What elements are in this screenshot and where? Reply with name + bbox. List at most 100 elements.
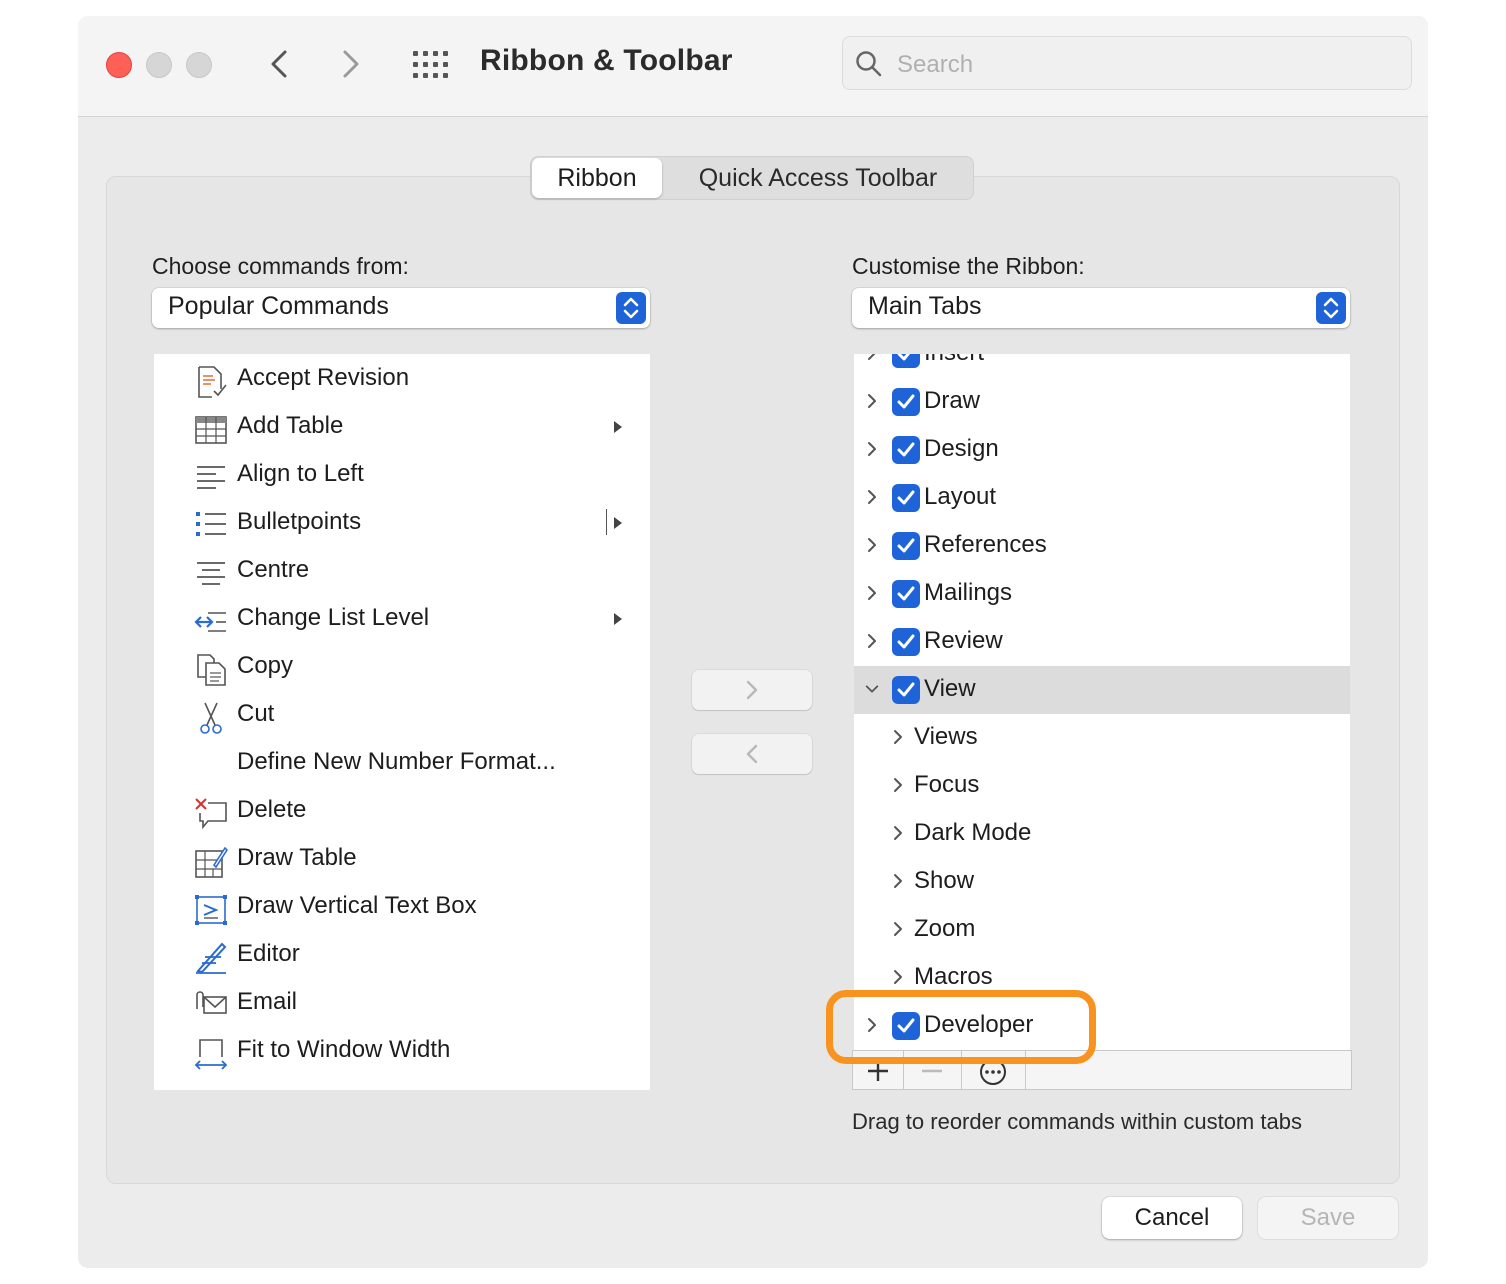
chevron-right-icon[interactable] (890, 968, 906, 986)
minimize-button[interactable] (146, 52, 172, 78)
table-icon (194, 413, 228, 447)
remove-command-button[interactable] (692, 734, 812, 774)
tab-checkbox[interactable] (892, 354, 920, 368)
list-item[interactable]: Delete (154, 787, 650, 835)
submenu-arrow-icon (614, 421, 622, 433)
tab-checkbox[interactable] (892, 484, 920, 512)
search-icon (856, 51, 882, 77)
segmented-control: Ribbon Quick Access Toolbar (530, 156, 974, 200)
chevron-right-icon[interactable] (864, 392, 880, 410)
command-label: Centre (237, 556, 310, 583)
list-item[interactable]: Draw Vertical Text Box (154, 883, 650, 931)
ribbon-tabs-tree[interactable]: Insert Draw Design Layout References Mai… (854, 354, 1350, 1050)
list-item[interactable]: Cut (154, 691, 650, 739)
tab-ribbon[interactable]: Ribbon (532, 158, 662, 198)
chevron-right-icon[interactable] (864, 632, 880, 650)
align-center-icon (194, 557, 228, 591)
command-label: Delete (237, 796, 307, 823)
list-item[interactable]: Change List Level (154, 595, 650, 643)
tree-row-view[interactable]: View (854, 666, 1350, 714)
back-icon[interactable] (260, 44, 300, 84)
list-item[interactable]: Editor (154, 931, 650, 979)
list-item[interactable]: Define New Number Format... (154, 739, 650, 787)
command-label: Add Table (237, 412, 344, 439)
chevron-right-icon[interactable] (890, 776, 906, 794)
tab-checkbox[interactable] (892, 676, 920, 704)
chevron-right-icon[interactable] (864, 440, 880, 458)
tree-row-references[interactable]: References (854, 522, 1350, 570)
cancel-button[interactable]: Cancel (1102, 1197, 1242, 1239)
tab-checkbox[interactable] (892, 580, 920, 608)
tab-label: Insert (924, 354, 984, 367)
chevron-right-icon[interactable] (890, 872, 906, 890)
chevron-right-icon[interactable] (864, 584, 880, 602)
tab-quick-access-toolbar[interactable]: Quick Access Toolbar (671, 157, 965, 199)
chevron-right-icon[interactable] (890, 920, 906, 938)
tab-label: Mailings (924, 579, 1013, 606)
command-label: Copy (237, 652, 294, 679)
chevron-right-icon[interactable] (890, 728, 906, 746)
tree-row-focus[interactable]: Focus (854, 762, 1350, 810)
forward-icon[interactable] (330, 44, 370, 84)
list-item[interactable]: Centre (154, 547, 650, 595)
chevron-right-icon[interactable] (890, 824, 906, 842)
titlebar: Ribbon & Toolbar (78, 16, 1428, 117)
tab-checkbox[interactable] (892, 388, 920, 416)
tree-row-views[interactable]: Views (854, 714, 1350, 762)
accept-revision-icon (194, 365, 228, 399)
list-item[interactable]: Copy (154, 643, 650, 691)
chevron-right-icon[interactable] (864, 488, 880, 506)
list-item[interactable]: Accept Revision (154, 355, 650, 403)
tree-row-layout[interactable]: Layout (854, 474, 1350, 522)
add-command-button[interactable] (692, 670, 812, 710)
group-label: Macros (914, 963, 993, 990)
tree-row-mailings[interactable]: Mailings (854, 570, 1350, 618)
commands-list[interactable]: Accept Revision Add Table Align to Left … (154, 354, 650, 1090)
tree-row-zoom[interactable]: Zoom (854, 906, 1350, 954)
reorder-hint-text: Drag to reorder commands within custom t… (852, 1109, 1302, 1134)
list-item[interactable]: Add Table (154, 403, 650, 451)
list-item[interactable]: Email (154, 979, 650, 1027)
delete-comment-icon (194, 797, 228, 831)
list-item[interactable]: Bulletpoints (154, 499, 650, 547)
search-field[interactable] (842, 36, 1412, 90)
tab-checkbox[interactable] (892, 532, 920, 560)
submenu-arrow-icon[interactable] (614, 517, 622, 529)
list-item[interactable]: Fit to Window Width (154, 1027, 650, 1075)
chevron-left-icon (746, 744, 758, 764)
command-label: Define New Number Format... (237, 748, 556, 775)
fit-width-icon (194, 1037, 228, 1071)
scissors-icon (194, 701, 228, 735)
tab-label: View (924, 675, 976, 702)
tree-row-draw[interactable]: Draw (854, 378, 1350, 426)
commands-source-dropdown[interactable]: Popular Commands (152, 288, 650, 328)
tab-checkbox[interactable] (892, 628, 920, 656)
tree-row-dark-mode[interactable]: Dark Mode (854, 810, 1350, 858)
tree-row-show[interactable]: Show (854, 858, 1350, 906)
command-label: Fit to Window Width (237, 1036, 451, 1063)
tree-row-review[interactable]: Review (854, 618, 1350, 666)
tree-row-insert[interactable]: Insert (854, 354, 1350, 378)
list-item[interactable]: Draw Table (154, 835, 650, 883)
editor-icon (194, 941, 228, 975)
show-all-grid-icon[interactable] (412, 50, 450, 80)
close-button[interactable] (106, 52, 132, 78)
list-item[interactable]: Align to Left (154, 451, 650, 499)
chevron-right-icon[interactable] (864, 536, 880, 554)
tab-label: Layout (924, 483, 997, 510)
group-label: Focus (914, 771, 980, 798)
search-input[interactable] (895, 47, 1399, 83)
ribbon-tabs-dropdown[interactable]: Main Tabs (852, 288, 1350, 328)
chevron-right-icon[interactable] (864, 354, 880, 362)
tab-label: Review (924, 627, 1003, 654)
zoom-button[interactable] (186, 52, 212, 78)
tab-checkbox[interactable] (892, 436, 920, 464)
customise-ribbon-label: Customise the Ribbon: (852, 253, 1085, 279)
tree-row-design[interactable]: Design (854, 426, 1350, 474)
command-label: Editor (237, 940, 300, 967)
save-button[interactable]: Save (1258, 1197, 1398, 1239)
developer-highlight-annotation (826, 990, 1096, 1064)
command-label: Bulletpoints (237, 508, 362, 535)
chevron-down-icon[interactable] (864, 680, 880, 698)
command-label: Draw Table (237, 844, 357, 871)
